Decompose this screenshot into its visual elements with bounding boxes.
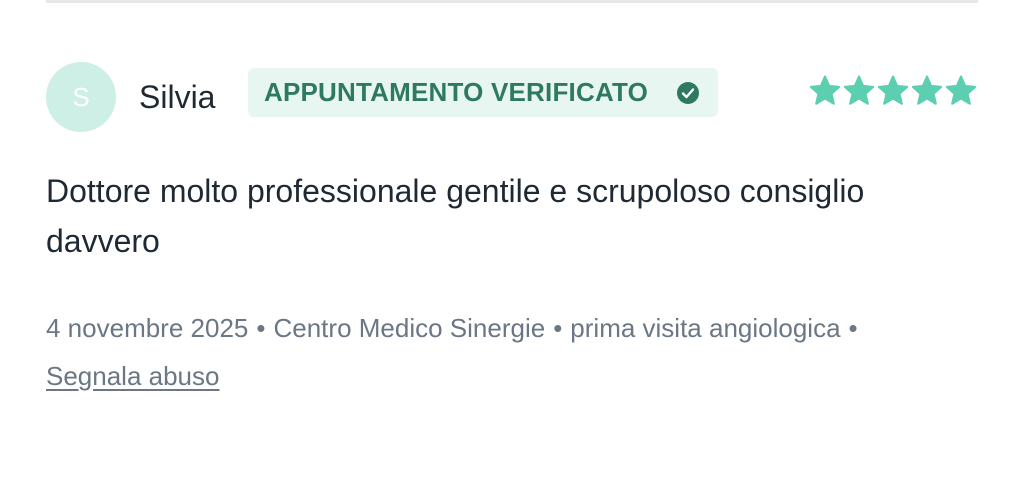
separator: • <box>256 313 266 343</box>
review-location: Centro Medico Sinergie <box>273 313 546 343</box>
avatar-initial: S <box>72 81 90 112</box>
star-icon <box>945 75 977 105</box>
review-meta: 4 novembre 2025 • Centro Medico Sinergie • p… <box>46 304 976 400</box>
review-card: S Silvia APPUNTAMENTO VERIFICATO Dottore… <box>0 0 1024 499</box>
star-icon <box>877 75 909 105</box>
star-icon <box>843 75 875 105</box>
star-icon <box>911 75 943 105</box>
separator: • <box>553 313 563 343</box>
star-icon <box>809 75 841 105</box>
separator: • <box>848 313 858 343</box>
avatar: S <box>46 62 116 132</box>
review-date: 4 novembre 2025 <box>46 313 249 343</box>
report-abuse-link[interactable]: Segnala abuso <box>46 361 219 391</box>
top-divider <box>46 0 978 3</box>
review-visit-type: prima visita angiologica <box>570 313 841 343</box>
author-name: Silvia <box>139 79 216 115</box>
verified-badge-label: APPUNTAMENTO VERIFICATO <box>264 77 649 107</box>
check-circle-icon <box>676 81 700 105</box>
verified-appointment-badge: APPUNTAMENTO VERIFICATO <box>248 68 718 117</box>
star-rating <box>808 74 978 108</box>
review-text: Dottore molto professionale gentile e sc… <box>46 173 865 259</box>
